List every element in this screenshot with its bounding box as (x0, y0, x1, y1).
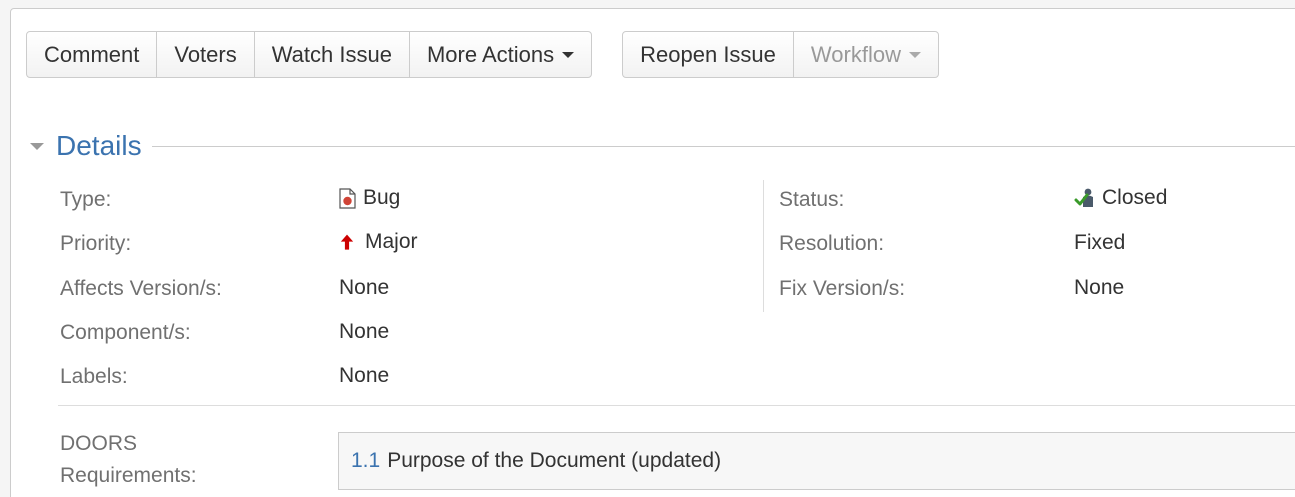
resolution-label: Resolution: (779, 232, 885, 255)
priority-value: Major (339, 230, 418, 254)
type-value: Bug (339, 186, 400, 210)
page: Comment Voters Watch Issue More Actions … (0, 0, 1295, 497)
fix-version-value: None (1074, 276, 1125, 299)
doors-divider (58, 405, 1295, 406)
labels-value: None (339, 364, 390, 387)
component-label: Component/s: (60, 321, 191, 344)
priority-label: Priority: (60, 232, 132, 255)
fix-version-label: Fix Version/s: (779, 277, 906, 300)
chevron-down-icon (562, 51, 575, 58)
affects-version-value: None (339, 276, 390, 299)
section-divider (151, 145, 1295, 147)
resolution-value: Fixed (1074, 231, 1126, 254)
doors-requirements-label: DOORS Requirements: (60, 432, 197, 487)
comment-button[interactable]: Comment (27, 32, 158, 77)
affects-version-label: Affects Version/s: (60, 277, 222, 300)
collapse-toggle-icon[interactable] (30, 142, 44, 150)
status-value: Closed (1074, 186, 1167, 210)
requirement-number-link[interactable]: 1.1 (351, 449, 380, 473)
details-section-header: Details (30, 126, 1295, 166)
operations-button-group: Comment Voters Watch Issue More Actions (26, 31, 593, 78)
watch-issue-button[interactable]: Watch Issue (255, 32, 410, 77)
requirement-title: Purpose of the Document (updated) (387, 449, 722, 472)
closed-status-icon (1074, 188, 1093, 207)
status-label: Status: (779, 188, 845, 211)
doors-requirement-item: 1.1 Purpose of the Document (updated) (338, 432, 1295, 490)
bug-icon (339, 187, 356, 209)
type-label: Type: (60, 188, 112, 211)
component-value: None (339, 320, 390, 343)
more-actions-button[interactable]: More Actions (410, 32, 591, 77)
workflow-button-group: Reopen Issue Workflow (622, 31, 939, 78)
voters-button[interactable]: Voters (157, 32, 255, 77)
chevron-down-icon (908, 51, 921, 58)
issue-toolbar: Comment Voters Watch Issue More Actions … (26, 31, 939, 78)
labels-label: Labels: (60, 365, 128, 388)
column-divider (763, 180, 764, 312)
reopen-issue-button[interactable]: Reopen Issue (623, 32, 794, 77)
details-title[interactable]: Details (56, 130, 142, 162)
workflow-button[interactable]: Workflow (794, 32, 938, 77)
major-priority-icon (339, 233, 355, 251)
